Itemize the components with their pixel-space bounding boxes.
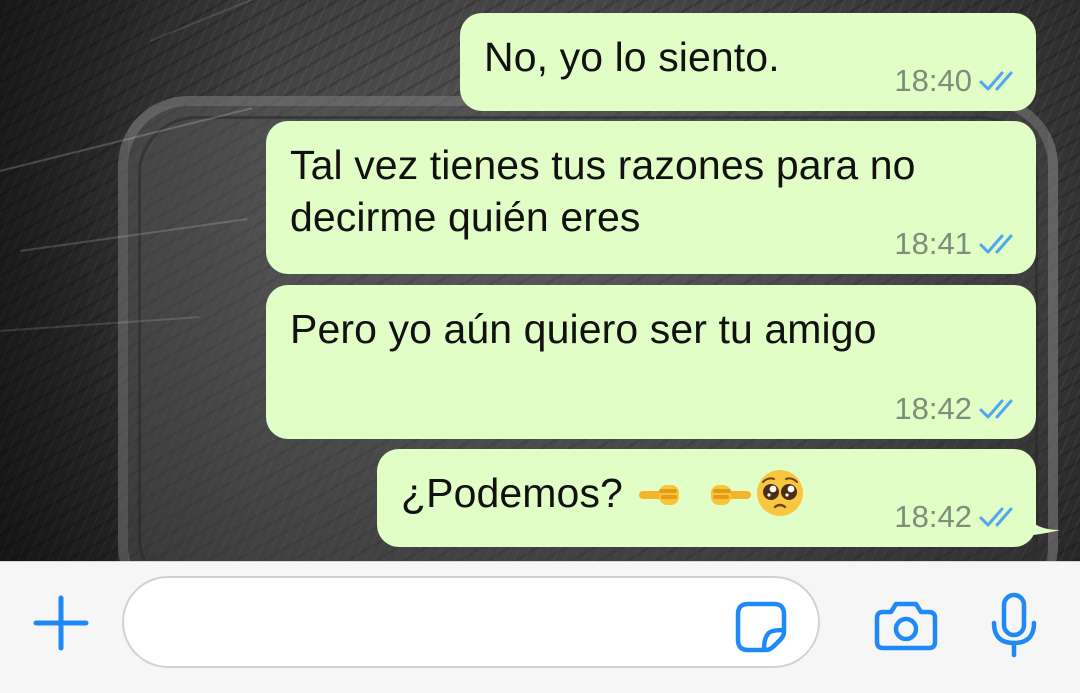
message-timestamp: 18:42 <box>894 391 972 426</box>
plus-icon <box>33 595 89 651</box>
sticker-icon <box>735 601 787 653</box>
message-meta: 18:42 <box>894 391 1022 427</box>
pleading-face-icon <box>756 470 803 516</box>
read-double-check-icon <box>979 507 1013 527</box>
message-text-content: ¿Podemos? <box>401 470 623 516</box>
message-bubble[interactable]: Pero yo aún quiero ser tu amigo 18:42 <box>266 285 1036 439</box>
camera-button[interactable] <box>870 596 942 656</box>
message-meta: 18:41 <box>894 226 1022 262</box>
backhand-index-pointing-left-icon <box>710 485 751 505</box>
message-emoji-group <box>637 468 805 518</box>
message-timestamp: 18:41 <box>894 226 972 261</box>
message-bubble[interactable]: ¿Podemos? 18:42 <box>377 449 1036 547</box>
read-double-check-icon <box>979 399 1013 419</box>
microphone-icon <box>991 592 1037 658</box>
sticker-button[interactable] <box>732 598 790 656</box>
message-timestamp: 18:40 <box>894 63 972 98</box>
attach-button[interactable] <box>30 592 92 654</box>
message-meta: 18:42 <box>894 499 1022 535</box>
message-bubble[interactable]: No, yo lo siento. 18:40 <box>460 13 1036 111</box>
message-timestamp: 18:42 <box>894 499 972 534</box>
message-text: ¿Podemos? <box>401 467 805 519</box>
read-double-check-icon <box>979 234 1013 254</box>
read-double-check-icon <box>979 71 1013 91</box>
message-meta: 18:40 <box>894 63 1022 99</box>
camera-icon <box>874 601 938 651</box>
message-input[interactable] <box>122 576 820 668</box>
voice-message-button[interactable] <box>984 588 1044 664</box>
message-bubble[interactable]: Tal vez tienes tus razones para no decir… <box>266 121 1036 274</box>
backhand-index-pointing-right-icon <box>638 485 679 505</box>
message-text: Tal vez tienes tus razones para no decir… <box>290 142 916 240</box>
message-text: No, yo lo siento. <box>484 34 780 80</box>
chat-area[interactable]: No, yo lo siento. 18:40 Tal vez tienes t… <box>0 0 1080 561</box>
message-text: Pero yo aún quiero ser tu amigo <box>290 306 877 352</box>
message-composer <box>0 561 1080 693</box>
